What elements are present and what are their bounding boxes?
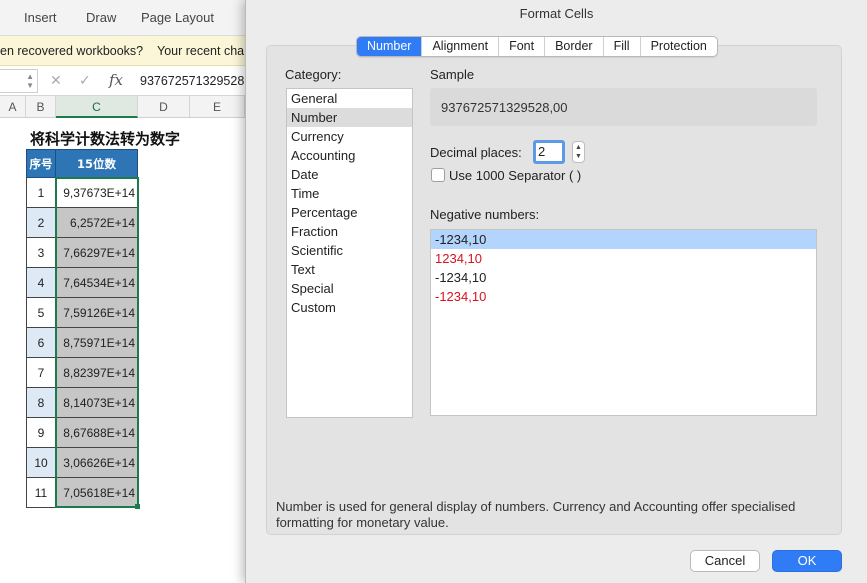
decimal-places-label: Decimal places: (430, 145, 522, 160)
column-header-b[interactable]: B (26, 96, 56, 118)
row-index-cell[interactable]: 1 (26, 177, 56, 208)
table-row: 2 6,2572E+14 (26, 207, 138, 238)
header-index[interactable]: 序号 (26, 149, 56, 178)
row-value-cell[interactable]: 9,37673E+14 (55, 177, 138, 208)
row-index-cell[interactable]: 7 (26, 357, 56, 388)
row-index-cell[interactable]: 11 (26, 477, 56, 508)
row-value-cell[interactable]: 8,14073E+14 (55, 387, 138, 418)
table-row: 9 8,67688E+14 (26, 417, 138, 448)
confirm-formula-icon[interactable]: ✓ (79, 72, 91, 89)
separator-checkbox[interactable] (431, 168, 445, 182)
negative-numbers-label: Negative numbers: (430, 207, 540, 222)
sample-value: 937672571329528,00 (441, 100, 568, 115)
table-row: 8 8,14073E+14 (26, 387, 138, 418)
decimal-places-input[interactable]: 2 (533, 140, 565, 164)
banner-text: en recovered workbooks? (0, 44, 144, 58)
data-table: 序号 15位数 1 9,37673E+14 2 6,2572E+14 3 7,66297E… (26, 149, 138, 508)
header-value[interactable]: 15位数 (55, 149, 138, 178)
table-row: 3 7,66297E+14 (26, 237, 138, 268)
category-item-general[interactable]: General (287, 89, 412, 108)
category-item-number[interactable]: Number (287, 108, 412, 127)
category-item-custom[interactable]: Custom (287, 298, 412, 317)
category-item-scientific[interactable]: Scientific (287, 241, 412, 260)
negative-option[interactable]: -1234,10 (431, 268, 816, 287)
table-row: 11 7,05618E+14 (26, 477, 138, 508)
category-item-currency[interactable]: Currency (287, 127, 412, 146)
format-cells-dialog: Format Cells Number Alignment Font Borde… (245, 0, 867, 583)
column-header-a[interactable]: A (0, 96, 26, 118)
row-value-cell[interactable]: 7,64534E+14 (55, 267, 138, 298)
formula-value[interactable]: 937672571329528 (140, 74, 244, 88)
separator-label[interactable]: Use 1000 Separator ( ) (449, 168, 581, 183)
tab-fill[interactable]: Fill (604, 37, 641, 56)
tab-number[interactable]: Number (357, 37, 423, 56)
ribbon-tab-page-layout[interactable]: Page Layout (141, 10, 214, 25)
row-index-cell[interactable]: 5 (26, 297, 56, 328)
row-index-cell[interactable]: 3 (26, 237, 56, 268)
category-list[interactable]: General Number Currency Accounting Date Time P… (286, 88, 413, 418)
cancel-formula-icon[interactable]: ✕ (50, 72, 62, 89)
negative-numbers-list[interactable]: -1234,10 1234,10 -1234,10 -1234,10 (430, 229, 817, 416)
row-value-cell[interactable]: 8,82397E+14 (55, 357, 138, 388)
category-label: Category: (285, 67, 342, 82)
row-value-cell[interactable]: 8,67688E+14 (55, 417, 138, 448)
decimal-places-stepper[interactable]: ▲ ▼ (572, 141, 585, 163)
table-row: 1 9,37673E+14 (26, 177, 138, 208)
tab-protection[interactable]: Protection (641, 37, 717, 56)
category-item-percentage[interactable]: Percentage (287, 203, 412, 222)
negative-option[interactable]: -1234,10 (431, 287, 816, 306)
table-row: 4 7,64534E+14 (26, 267, 138, 298)
fill-handle[interactable] (135, 504, 140, 509)
category-item-special[interactable]: Special (287, 279, 412, 298)
format-description: Number is used for general display of nu… (276, 499, 796, 530)
name-box-stepper-icon[interactable]: ▲ ▼ (26, 72, 34, 90)
row-value-cell[interactable]: 6,2572E+14 (55, 207, 138, 238)
category-item-text[interactable]: Text (287, 260, 412, 279)
column-header-c[interactable]: C (56, 96, 138, 118)
banner-text-2: Your recent cha (157, 44, 245, 58)
stepper-up-icon[interactable]: ▲ (575, 144, 582, 151)
name-box[interactable]: ▲ ▼ (0, 69, 38, 93)
table-row: 10 3,06626E+14 (26, 447, 138, 478)
row-value-cell[interactable]: 3,06626E+14 (55, 447, 138, 478)
row-index-cell[interactable]: 6 (26, 327, 56, 358)
sample-box: 937672571329528,00 (430, 88, 817, 126)
negative-option[interactable]: 1234,10 (431, 249, 816, 268)
row-index-cell[interactable]: 9 (26, 417, 56, 448)
dialog-tabs: Number Alignment Font Border Fill Protec… (356, 36, 718, 57)
tab-alignment[interactable]: Alignment (422, 37, 500, 56)
row-value-cell[interactable]: 8,75971E+14 (55, 327, 138, 358)
negative-option[interactable]: -1234,10 (431, 230, 816, 249)
row-value-cell[interactable]: 7,05618E+14 (55, 477, 138, 508)
column-header-d[interactable]: D (138, 96, 190, 118)
ribbon-tab-draw[interactable]: Draw (86, 10, 116, 25)
category-item-accounting[interactable]: Accounting (287, 146, 412, 165)
stepper-down-icon[interactable]: ▼ (575, 153, 582, 160)
category-item-time[interactable]: Time (287, 184, 412, 203)
dialog-title: Format Cells (519, 6, 594, 21)
category-item-date[interactable]: Date (287, 165, 412, 184)
table-row: 6 8,75971E+14 (26, 327, 138, 358)
sample-label: Sample (430, 67, 475, 82)
column-header-e[interactable]: E (190, 96, 245, 118)
row-index-cell[interactable]: 2 (26, 207, 56, 238)
category-item-fraction[interactable]: Fraction (287, 222, 412, 241)
row-value-cell[interactable]: 7,66297E+14 (55, 237, 138, 268)
tab-border[interactable]: Border (545, 37, 604, 56)
row-value-cell[interactable]: 7,59126E+14 (55, 297, 138, 328)
table-row: 5 7,59126E+14 (26, 297, 138, 328)
sheet-title: 将科学计数法转为数字 (30, 130, 181, 148)
ribbon-tab-insert[interactable]: Insert (24, 10, 57, 25)
row-index-cell[interactable]: 8 (26, 387, 56, 418)
cancel-button[interactable]: Cancel (690, 550, 760, 572)
insert-function-icon[interactable]: fx (109, 71, 123, 89)
ok-button[interactable]: OK (772, 550, 842, 572)
row-index-cell[interactable]: 10 (26, 447, 56, 478)
row-index-cell[interactable]: 4 (26, 267, 56, 298)
tab-font[interactable]: Font (499, 37, 546, 56)
table-row: 7 8,82397E+14 (26, 357, 138, 388)
